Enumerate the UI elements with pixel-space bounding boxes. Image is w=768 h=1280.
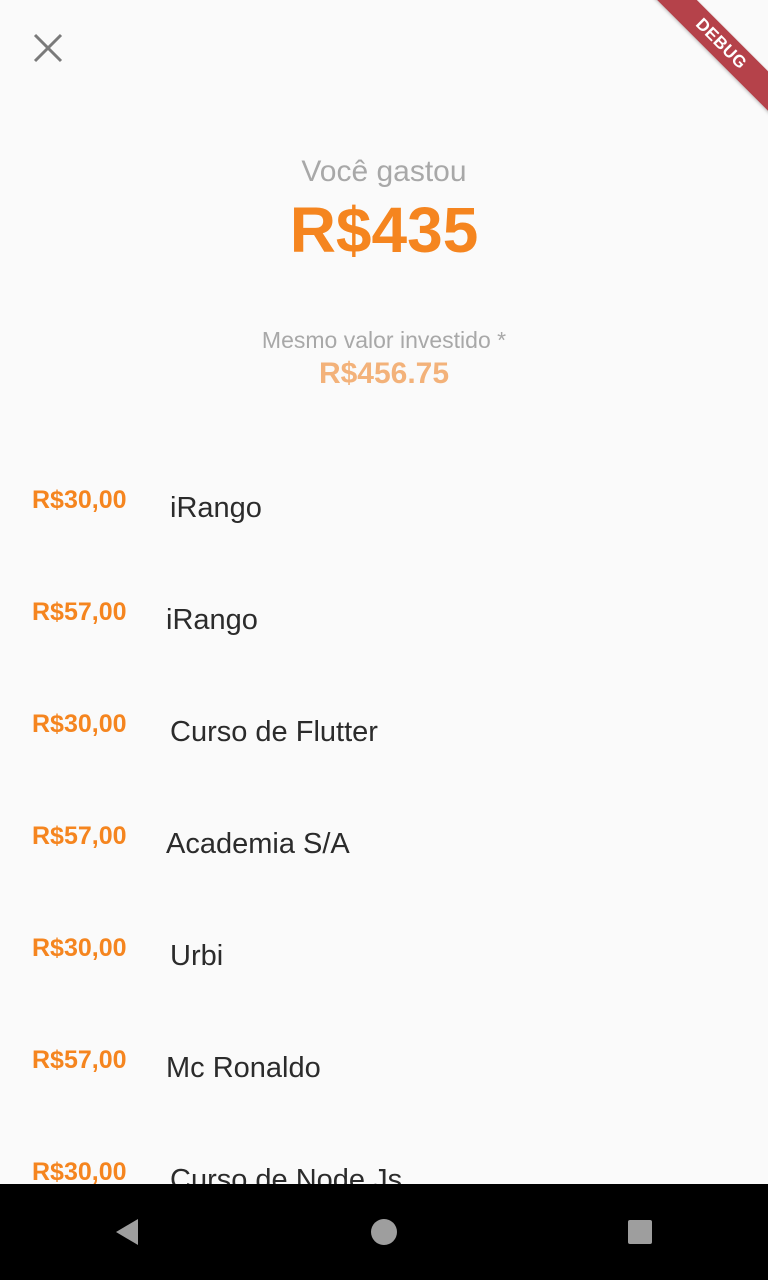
- recents-square-icon: [628, 1220, 652, 1244]
- expense-name: Curso de Flutter: [170, 716, 378, 748]
- investment-value: R$456.75: [318, 357, 450, 390]
- expense-price: R$30,00: [32, 934, 127, 962]
- back-triangle-icon: [116, 1219, 138, 1245]
- expense-row[interactable]: R$57,00 Academia S/A: [0, 784, 768, 896]
- expense-row[interactable]: R$30,00 Urbi: [0, 896, 768, 1008]
- expense-row[interactable]: R$57,00 iRango: [0, 560, 768, 672]
- expense-name: Urbi: [170, 940, 224, 972]
- spent-value: R$435: [289, 194, 479, 266]
- home-circle-icon: [371, 1219, 397, 1245]
- expense-name: Academia S/A: [166, 828, 350, 860]
- spent-label: Você gastou: [301, 155, 467, 188]
- expense-price: R$57,00: [32, 1046, 127, 1074]
- expense-list[interactable]: R$30,00 iRango R$57,00 iRango R$30,00 Cu…: [0, 448, 768, 1184]
- expense-price: R$30,00: [32, 1158, 127, 1184]
- expense-row[interactable]: R$30,00 Curso de Flutter: [0, 672, 768, 784]
- debug-banner-label: DEBUG: [650, 0, 768, 115]
- close-button[interactable]: [24, 24, 72, 72]
- expense-price: R$30,00: [32, 486, 127, 514]
- expense-name: iRango: [170, 492, 262, 524]
- investment-label: Mesmo valor investido *: [261, 327, 507, 353]
- expense-row[interactable]: R$30,00 iRango: [0, 448, 768, 560]
- spent-summary: Você gastou R$435: [0, 152, 768, 268]
- expense-row[interactable]: R$57,00 Mc Ronaldo: [0, 1008, 768, 1120]
- debug-banner: DEBUG: [648, 0, 768, 120]
- home-button[interactable]: [336, 1184, 432, 1280]
- expense-price: R$30,00: [32, 710, 127, 738]
- expense-row[interactable]: R$30,00 Curso de Node Js: [0, 1120, 768, 1184]
- close-icon: [33, 33, 63, 63]
- system-navigation-bar: [0, 1184, 768, 1280]
- recents-button[interactable]: [592, 1184, 688, 1280]
- investment-summary: Mesmo valor investido * R$456.75: [0, 324, 768, 392]
- expense-name: Mc Ronaldo: [166, 1052, 321, 1084]
- expense-price: R$57,00: [32, 822, 127, 850]
- expense-name: iRango: [166, 604, 258, 636]
- expense-name: Curso de Node Js: [170, 1164, 403, 1184]
- screen: DEBUG Você gastou R$435 Mesmo valor inve…: [0, 0, 768, 1280]
- expense-price: R$57,00: [32, 598, 127, 626]
- back-button[interactable]: [80, 1184, 176, 1280]
